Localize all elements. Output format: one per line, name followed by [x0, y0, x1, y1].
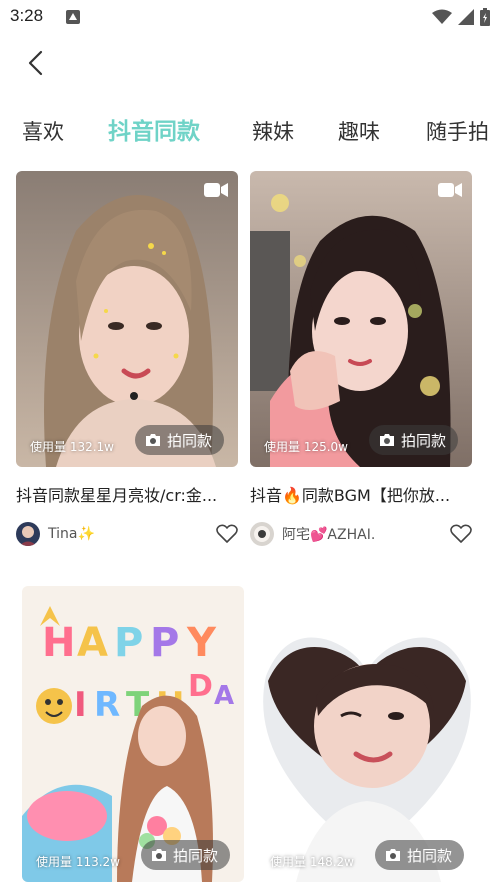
tab-fun[interactable]: 趣味: [338, 112, 380, 152]
category-tabs: 喜欢 抖音同款 辣妹 趣味 随手拍: [0, 112, 500, 152]
shoot-same-button[interactable]: 拍同款: [140, 840, 230, 870]
shoot-same-label: 拍同款: [172, 846, 218, 865]
feed-card[interactable]: HAPPY BIRTHDA 使用量 113.2w 拍同款: [22, 586, 244, 882]
camera-icon: [145, 434, 160, 446]
shoot-same-label: 拍同款: [406, 846, 452, 865]
feed-card[interactable]: 使用量 125.0w 拍同款 抖音🔥同款BGM【把你放... 阿宅💕AZHAI.: [250, 171, 472, 551]
svg-text:I: I: [74, 685, 87, 725]
shoot-same-label: 拍同款: [400, 431, 446, 450]
status-time: 3:28: [10, 6, 44, 25]
tab-like[interactable]: 喜欢: [22, 112, 64, 152]
camera-icon: [151, 849, 166, 861]
svg-text:P: P: [114, 620, 143, 666]
notification-icon: [66, 10, 80, 24]
card-title[interactable]: 抖音同款星星月亮妆/cr:金...: [16, 482, 238, 506]
card-thumbnail[interactable]: 使用量 148.2w 拍同款: [256, 586, 478, 882]
author-name: Tina✨: [48, 526, 95, 542]
shoot-same-button[interactable]: 拍同款: [134, 425, 224, 455]
tab-hot-girl[interactable]: 辣妹: [252, 112, 294, 152]
heart-outline-icon[interactable]: [450, 524, 472, 544]
svg-text:R: R: [94, 685, 120, 725]
thumbnail-image: [16, 171, 238, 467]
usage-count: 使用量 148.2w: [270, 855, 354, 869]
avatar: [16, 522, 40, 546]
card-thumbnail[interactable]: 使用量 132.1w 拍同款: [16, 171, 238, 467]
feed-card[interactable]: 使用量 148.2w 拍同款: [256, 586, 478, 882]
svg-text:A: A: [214, 681, 234, 711]
usage-count: 使用量 132.1w: [30, 440, 114, 454]
shoot-same-button[interactable]: 拍同款: [368, 425, 458, 455]
avatar: [250, 522, 274, 546]
back-button[interactable]: [18, 46, 52, 80]
author-info[interactable]: 阿宅💕AZHAI.: [250, 522, 375, 546]
author-info[interactable]: Tina✨: [16, 522, 95, 546]
svg-text:Y: Y: [186, 620, 217, 666]
thumbnail-image: [250, 171, 472, 467]
svg-text:H: H: [42, 620, 75, 666]
usage-count: 使用量 113.2w: [36, 855, 120, 869]
thumbnail-image: HAPPY BIRTHDA: [22, 586, 244, 882]
svg-text:A: A: [77, 620, 108, 666]
back-arrow-icon: [28, 50, 43, 76]
tab-snapshot[interactable]: 随手拍: [426, 112, 489, 152]
feed-card[interactable]: 使用量 132.1w 拍同款 抖音同款星星月亮妆/cr:金... Tina✨: [16, 171, 238, 551]
card-thumbnail[interactable]: HAPPY BIRTHDA 使用量 113.2w 拍同款: [22, 586, 244, 882]
battery-icon: [480, 8, 490, 26]
usage-count: 使用量 125.0w: [264, 440, 348, 454]
video-camera-icon: [438, 183, 462, 197]
card-title[interactable]: 抖音🔥同款BGM【把你放...: [250, 482, 472, 506]
wifi-icon: [432, 9, 452, 24]
heart-outline-icon[interactable]: [216, 524, 238, 544]
svg-text:P: P: [150, 620, 179, 666]
card-thumbnail[interactable]: 使用量 125.0w 拍同款: [250, 171, 472, 467]
camera-icon: [385, 849, 400, 861]
camera-icon: [379, 434, 394, 446]
svg-text:D: D: [188, 669, 213, 704]
shoot-same-button[interactable]: 拍同款: [374, 840, 464, 870]
shoot-same-label: 拍同款: [166, 431, 212, 450]
video-camera-icon: [204, 183, 228, 197]
status-icons: [432, 8, 490, 26]
thumbnail-image: [256, 586, 478, 882]
status-bar: 3:28: [0, 0, 500, 34]
signal-icon: [458, 9, 474, 25]
author-name: 阿宅💕AZHAI.: [282, 527, 376, 543]
tab-douyin-same[interactable]: 抖音同款: [108, 112, 200, 152]
